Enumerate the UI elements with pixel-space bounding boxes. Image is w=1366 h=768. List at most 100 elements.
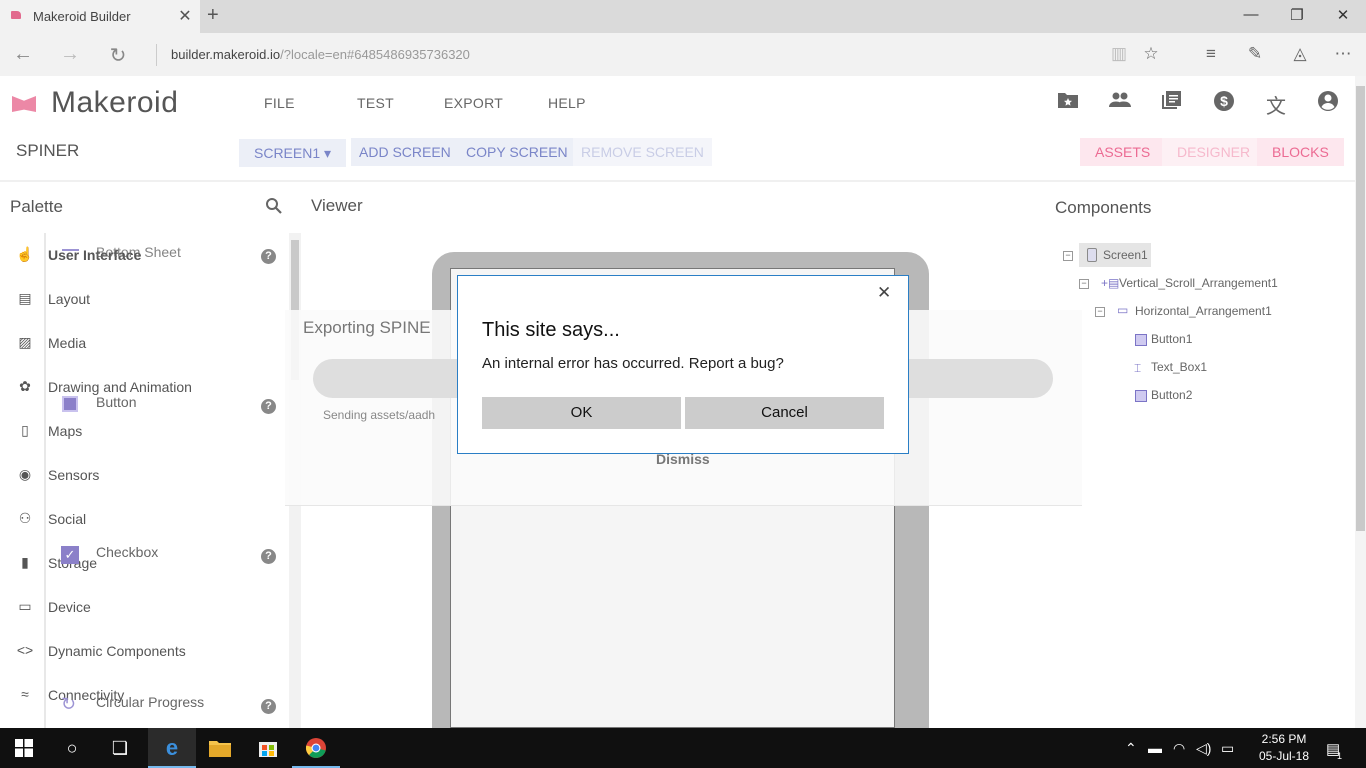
palette-category-device[interactable]: Device [48, 599, 91, 615]
store-icon[interactable] [244, 728, 292, 768]
web-note-icon[interactable]: ✎ [1244, 44, 1266, 64]
hub-icon[interactable]: ≡ [1200, 44, 1222, 64]
page-scroll-thumb[interactable] [1356, 86, 1365, 531]
tree-item-horizontal[interactable]: Horizontal_Arrangement1 [1135, 304, 1272, 318]
collapse-toggle-icon[interactable]: − [1095, 307, 1105, 317]
cancel-button[interactable]: Cancel [685, 397, 884, 429]
share-icon[interactable]: ◬ [1289, 44, 1311, 64]
clock-date: 05-Jul-18 [1258, 749, 1310, 763]
brand-name: Makeroid [51, 86, 179, 119]
tree-item-button1[interactable]: Button1 [1151, 332, 1192, 346]
palette-category-maps[interactable]: Maps [48, 423, 82, 439]
task-view-icon[interactable]: ❏ [96, 728, 144, 768]
palette-category-social[interactable]: Social [48, 511, 86, 527]
dialog-title: This site says... [482, 319, 620, 341]
menu-file[interactable]: FILE [264, 95, 295, 111]
tray-chevron-icon[interactable]: ⌃ [1125, 740, 1137, 757]
library-icon[interactable] [1160, 90, 1184, 114]
tree-item-button2[interactable]: Button2 [1151, 388, 1192, 402]
help-icon[interactable]: ? [261, 249, 276, 264]
folder-star-icon[interactable] [1056, 90, 1080, 114]
browser-tab-bar [0, 0, 1366, 33]
code-icon: <> [16, 642, 34, 658]
people-icon[interactable] [1108, 90, 1132, 114]
collapse-toggle-icon[interactable]: − [1063, 251, 1073, 261]
ok-button[interactable]: OK [482, 397, 681, 429]
menu-test[interactable]: TEST [357, 95, 394, 111]
minimize-button[interactable]: — [1239, 6, 1263, 23]
dialog-message: An internal error has occurred. Report a… [482, 355, 784, 372]
help-icon[interactable]: ? [261, 699, 276, 714]
palette-category-drawing[interactable]: Drawing and Animation [48, 379, 192, 395]
url-host: builder.makeroid.io [171, 47, 281, 62]
keyboard-icon[interactable]: ▭ [1221, 740, 1234, 757]
touch-icon: ☝ [16, 246, 34, 262]
menu-help[interactable]: HELP [548, 95, 586, 111]
export-title: Exporting SPINE [303, 318, 431, 337]
wifi-icon[interactable]: ◠ [1173, 740, 1185, 757]
assets-button[interactable]: ASSETS [1080, 138, 1166, 166]
menu-export[interactable]: EXPORT [444, 95, 503, 111]
devices-icon: ▭ [18, 598, 32, 614]
more-icon[interactable]: ⋯ [1332, 44, 1354, 64]
palette-category-media[interactable]: Media [48, 335, 86, 351]
screen-select-dropdown[interactable]: SCREEN1 ▾ [239, 139, 347, 167]
restore-button[interactable]: ❐ [1285, 6, 1309, 24]
project-name: SPINER [16, 141, 80, 160]
refresh-button[interactable]: ↻ [106, 43, 130, 68]
tab-title: Makeroid Builder [33, 9, 131, 24]
palette-category-dynamic[interactable]: Dynamic Components [48, 643, 186, 659]
dollar-icon[interactable]: $ [1212, 90, 1236, 114]
account-icon[interactable] [1316, 90, 1340, 114]
collapse-toggle-icon[interactable]: − [1079, 279, 1089, 289]
header-divider [0, 180, 1355, 182]
url-field[interactable]: builder.makeroid.io/?locale=en#648548693… [171, 47, 470, 62]
tree-item-screen1[interactable]: Screen1 [1103, 248, 1148, 262]
circular-progress-icon: ↻ [61, 694, 77, 714]
forward-button[interactable]: → [58, 43, 82, 66]
palette-category-sensors[interactable]: Sensors [48, 467, 99, 483]
palette-item-button[interactable]: Button [96, 394, 136, 410]
blocks-button[interactable]: BLOCKS [1257, 138, 1344, 166]
file-explorer-icon[interactable] [196, 728, 244, 768]
export-status: Sending assets/aadh [323, 408, 436, 422]
palette-category-layout[interactable]: Layout [48, 291, 90, 307]
palette-item-checkbox[interactable]: Checkbox [96, 544, 158, 560]
battery-icon[interactable]: ▬ [1148, 740, 1162, 756]
start-button[interactable] [0, 728, 48, 768]
back-button[interactable]: ← [11, 43, 35, 66]
bottom-sheet-icon [62, 249, 79, 251]
designer-button[interactable]: DESIGNER [1162, 138, 1266, 166]
palette-item-bottom-sheet[interactable]: Bottom Sheet [96, 244, 181, 260]
url-path: /?locale=en#6485486935736320 [280, 47, 470, 62]
edge-browser-icon[interactable]: e [148, 728, 196, 768]
palette-item-circular-progress[interactable]: Circular Progress [96, 694, 204, 710]
svg-text:$: $ [1220, 93, 1228, 109]
close-window-button[interactable]: ✕ [1331, 6, 1355, 24]
system-clock[interactable]: 2:56 PM 05-Jul-18 [1250, 732, 1318, 763]
reading-view-icon[interactable]: ▥ [1108, 44, 1130, 64]
compass-icon: ◉ [18, 466, 32, 482]
new-tab-button[interactable]: + [207, 4, 219, 27]
favorite-star-icon[interactable]: ☆ [1140, 44, 1162, 64]
copy-screen-button[interactable]: COPY SCREEN [458, 138, 576, 166]
help-icon[interactable]: ? [261, 549, 276, 564]
translate-icon[interactable]: 文 [1264, 90, 1288, 118]
dialog-close-icon[interactable]: ✕ [877, 283, 891, 303]
chrome-icon[interactable] [292, 728, 340, 768]
remove-screen-button[interactable]: REMOVE SCREEN [573, 138, 712, 166]
volume-icon[interactable]: ◁) [1196, 740, 1211, 757]
phone-component-icon [1087, 248, 1097, 262]
viewer-title: Viewer [311, 196, 363, 215]
tree-item-textbox1[interactable]: Text_Box1 [1151, 360, 1207, 374]
add-screen-button[interactable]: ADD SCREEN [351, 138, 459, 166]
tab-close-icon[interactable]: ✕ [177, 6, 193, 26]
cortana-search-icon[interactable]: ○ [48, 728, 96, 768]
notification-count: 1 [1337, 751, 1343, 761]
layout-icon: ▤ [18, 290, 32, 306]
search-icon[interactable] [265, 197, 283, 220]
tree-item-vertical-scroll[interactable]: Vertical_Scroll_Arrangement1 [1119, 276, 1278, 290]
help-icon[interactable]: ? [261, 399, 276, 414]
group-icon: ⚇ [18, 510, 32, 526]
address-divider [156, 44, 157, 66]
